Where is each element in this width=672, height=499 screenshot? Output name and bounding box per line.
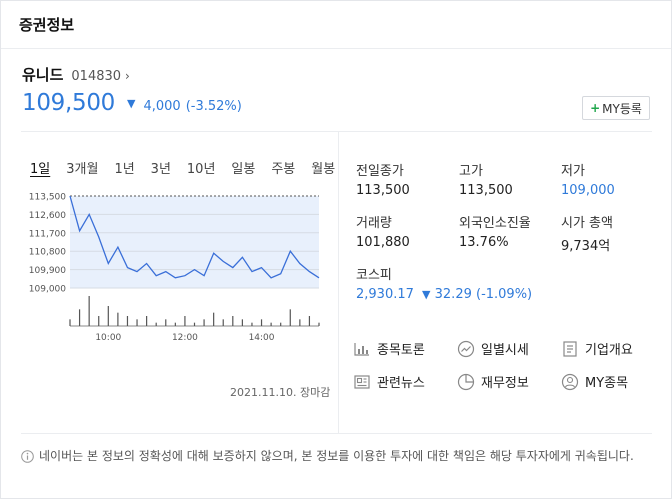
stock-name[interactable]: 유니드	[22, 64, 63, 85]
stat-volume: 거래량 101,880	[356, 212, 466, 250]
tab-period-daily[interactable]: 일봉	[231, 158, 255, 177]
trend-icon	[457, 340, 475, 357]
header-title: 증권정보	[19, 16, 75, 34]
link-label: 일별시세	[481, 343, 529, 358]
chart-x-tick-label: 10:00	[95, 333, 121, 343]
kospi-index: 코스피 2,930.17 ▼ 32.29 (-1.09%)	[356, 264, 532, 302]
chart-date: 2021.11.10. 장마감	[230, 386, 331, 399]
document-icon	[563, 340, 577, 357]
stock-code[interactable]: 014830	[71, 69, 121, 84]
kospi-rate: (-1.09%)	[476, 287, 533, 302]
divider	[338, 132, 339, 433]
stat-label: 고가	[459, 164, 483, 179]
stat-value: 13.76%	[459, 235, 509, 250]
stat-label: 거래량	[356, 216, 392, 231]
my-register-button[interactable]: + MY등록	[582, 96, 650, 120]
kospi-value: 2,930.17	[356, 287, 414, 302]
my-register-label: MY등록	[602, 101, 642, 116]
stat-high: 고가 113,500	[459, 160, 569, 198]
link-label: 재무정보	[481, 376, 529, 391]
user-icon	[561, 373, 579, 390]
bar-chart-icon	[354, 342, 369, 356]
link-label: 관련뉴스	[377, 376, 425, 391]
price-chart[interactable]: 113,500 112,600 111,700 110,800 109,900 109,0…	[21, 186, 331, 346]
link-label: 기업개요	[585, 343, 633, 358]
chart-y-tick-label: 113,500	[29, 193, 66, 203]
stat-label: 외국인소진율	[459, 216, 531, 231]
tab-period-weekly[interactable]: 주봉	[271, 158, 295, 177]
chevron-right-icon[interactable]: ›	[125, 69, 130, 83]
stat-low: 저가 109,000	[561, 160, 671, 198]
stat-label: 저가	[561, 164, 585, 179]
stat-foreign-ratio: 외국인소진율 13.76%	[459, 212, 569, 250]
tab-period-1y[interactable]: 1년	[114, 158, 134, 177]
period-tabs: 1일 3개월 1년 3년 10년 일봉 주봉 월봉	[30, 158, 351, 177]
divider	[21, 131, 652, 132]
kospi-label: 코스피	[356, 268, 392, 283]
chart-x-tick-label: 14:00	[249, 333, 275, 343]
chart-y-tick-label: 112,600	[29, 211, 66, 221]
pie-chart-icon	[457, 373, 475, 390]
price-row: 109,500 ▼ 4,000 (-3.52%)	[22, 90, 242, 116]
info-icon	[21, 450, 34, 463]
kospi-change: 32.29	[434, 287, 472, 302]
tab-period-10y[interactable]: 10년	[187, 158, 216, 177]
chart-y-tick-label: 111,700	[29, 229, 66, 239]
stat-prev-close: 전일종가 113,500	[356, 160, 466, 198]
link-discussion[interactable]: 종목토론	[353, 339, 425, 358]
chart-y-tick-label: 110,800	[29, 248, 66, 258]
tab-period-3m[interactable]: 3개월	[66, 158, 98, 177]
news-icon	[354, 374, 370, 389]
link-my-stocks[interactable]: MY종목	[561, 372, 628, 391]
link-company-overview[interactable]: 기업개요	[561, 339, 633, 358]
stock-name-row[interactable]: 유니드 014830 ›	[22, 64, 130, 85]
stat-label: 전일종가	[356, 164, 404, 179]
chart-y-tick-label: 109,000	[29, 285, 66, 295]
link-label: 종목토론	[377, 343, 425, 358]
disclaimer: 네이버는 본 정보의 정확성에 대해 보증하지 않으며, 본 정보를 이용한 투…	[21, 448, 651, 465]
stat-label: 시가 총액	[561, 216, 613, 231]
chart-x-tick-label: 12:00	[172, 333, 198, 343]
chart-plot-background	[70, 196, 319, 288]
tab-period-monthly[interactable]: 월봉	[311, 158, 335, 177]
stat-market-cap: 시가 총액 9,734억	[561, 212, 671, 254]
stat-value: 9,734억	[561, 239, 611, 254]
disclaimer-text: 네이버는 본 정보의 정확성에 대해 보증하지 않으며, 본 정보를 이용한 투…	[39, 449, 634, 463]
stat-value: 113,500	[356, 183, 410, 198]
stat-value: 113,500	[459, 183, 513, 198]
stat-value: 109,000	[561, 183, 615, 198]
link-financials[interactable]: 재무정보	[457, 372, 529, 391]
stat-value: 101,880	[356, 235, 410, 250]
price-change: 4,000	[143, 99, 181, 114]
link-related-news[interactable]: 관련뉴스	[353, 372, 425, 391]
tab-period-1d[interactable]: 1일	[30, 158, 50, 177]
current-price: 109,500	[22, 90, 116, 116]
price-change-rate: (-3.52%)	[185, 99, 242, 114]
stock-info-card: 증권정보 유니드 014830 › 109,500 ▼ 4,000 (-3.52…	[0, 0, 672, 499]
card-header: 증권정보	[1, 1, 671, 49]
link-label: MY종목	[585, 376, 629, 391]
link-daily-price[interactable]: 일별시세	[457, 339, 529, 358]
tab-period-3y[interactable]: 3년	[151, 158, 171, 177]
down-arrow-icon: ▼	[127, 97, 136, 110]
plus-icon: +	[590, 101, 601, 115]
kospi-values: 2,930.17 ▼ 32.29 (-1.09%)	[356, 287, 532, 302]
chart-y-tick-label: 109,900	[29, 266, 66, 276]
down-arrow-icon: ▼	[422, 288, 431, 301]
divider	[21, 433, 652, 434]
